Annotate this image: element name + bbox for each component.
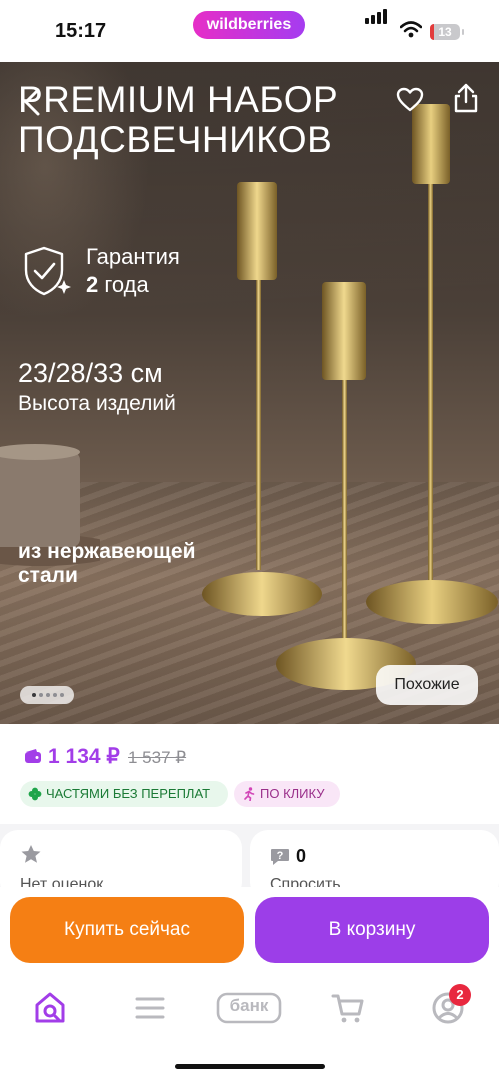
hero-title-line1: PREMIUM НАБОР: [18, 79, 339, 120]
questions-count: 0: [296, 846, 307, 866]
one-click-label: ПО КЛИКУ: [260, 786, 325, 801]
brand-logo[interactable]: wildberries: [193, 11, 305, 39]
height-label: Высота изделий: [18, 392, 176, 415]
status-time: 15:17: [55, 20, 107, 42]
one-click-badge[interactable]: ПО КЛИКУ: [234, 781, 340, 807]
share-icon[interactable]: [452, 82, 480, 114]
wifi-icon: [400, 21, 422, 38]
battery-indicator: 13: [430, 24, 464, 40]
guarantee-years: 2 года: [86, 272, 149, 297]
menu-icon[interactable]: [130, 988, 170, 1028]
wallet-icon: [25, 749, 41, 763]
star-icon: [21, 845, 41, 863]
bank-icon[interactable]: банк: [215, 988, 283, 1028]
gallery-pagination[interactable]: [20, 686, 74, 704]
guarantee-label: Гарантия: [86, 244, 180, 269]
hero-title-line2: ПОДСВЕЧНИКОВ: [18, 119, 333, 160]
price-section: 1 134 ₽ 1 537 ₽ ЧАСТЯМИ БЕЗ ПЕРЕПЛАТ ПО …: [0, 724, 499, 824]
height-value: 23/28/33 см: [18, 358, 163, 388]
hero-title: PREMIUM НАБОР ПОДСВЕЧНИКОВ: [18, 80, 338, 160]
back-arrow-icon[interactable]: [20, 86, 44, 118]
svg-text:?: ?: [277, 850, 284, 862]
question-icon: ?: [271, 849, 289, 865]
product-image-gallery[interactable]: PREMIUM НАБОР ПОДСВЕЧНИКОВ Гарантия 2 го…: [0, 62, 499, 724]
bottom-tab-bar: банк 2: [0, 972, 499, 1080]
bank-label: банк: [229, 996, 269, 1015]
candle-holder-short: [276, 282, 416, 690]
buy-now-button[interactable]: Купить сейчас: [10, 897, 244, 963]
home-search-icon[interactable]: [30, 988, 70, 1028]
old-price: 1 537 ₽: [128, 748, 187, 767]
clover-icon: [28, 787, 42, 801]
running-icon: [244, 787, 255, 801]
action-bar: Купить сейчас В корзину: [0, 887, 499, 972]
material-label: из нержавеющей стали: [18, 540, 196, 587]
add-to-cart-button[interactable]: В корзину: [255, 897, 489, 963]
installments-label: ЧАСТЯМИ БЕЗ ПЕРЕПЛАТ: [46, 786, 211, 801]
shield-check-icon: [24, 246, 71, 296]
cart-icon[interactable]: [328, 988, 368, 1028]
similar-button[interactable]: Похожие: [376, 665, 478, 705]
profile-notification-badge: 2: [449, 984, 471, 1006]
heart-icon[interactable]: [396, 86, 424, 114]
home-indicator: [175, 1064, 325, 1069]
current-price: 1 134 ₽: [48, 745, 120, 768]
installments-badge[interactable]: ЧАСТЯМИ БЕЗ ПЕРЕПЛАТ: [20, 781, 228, 807]
status-bar: 15:17 wildberries 13: [0, 0, 499, 62]
